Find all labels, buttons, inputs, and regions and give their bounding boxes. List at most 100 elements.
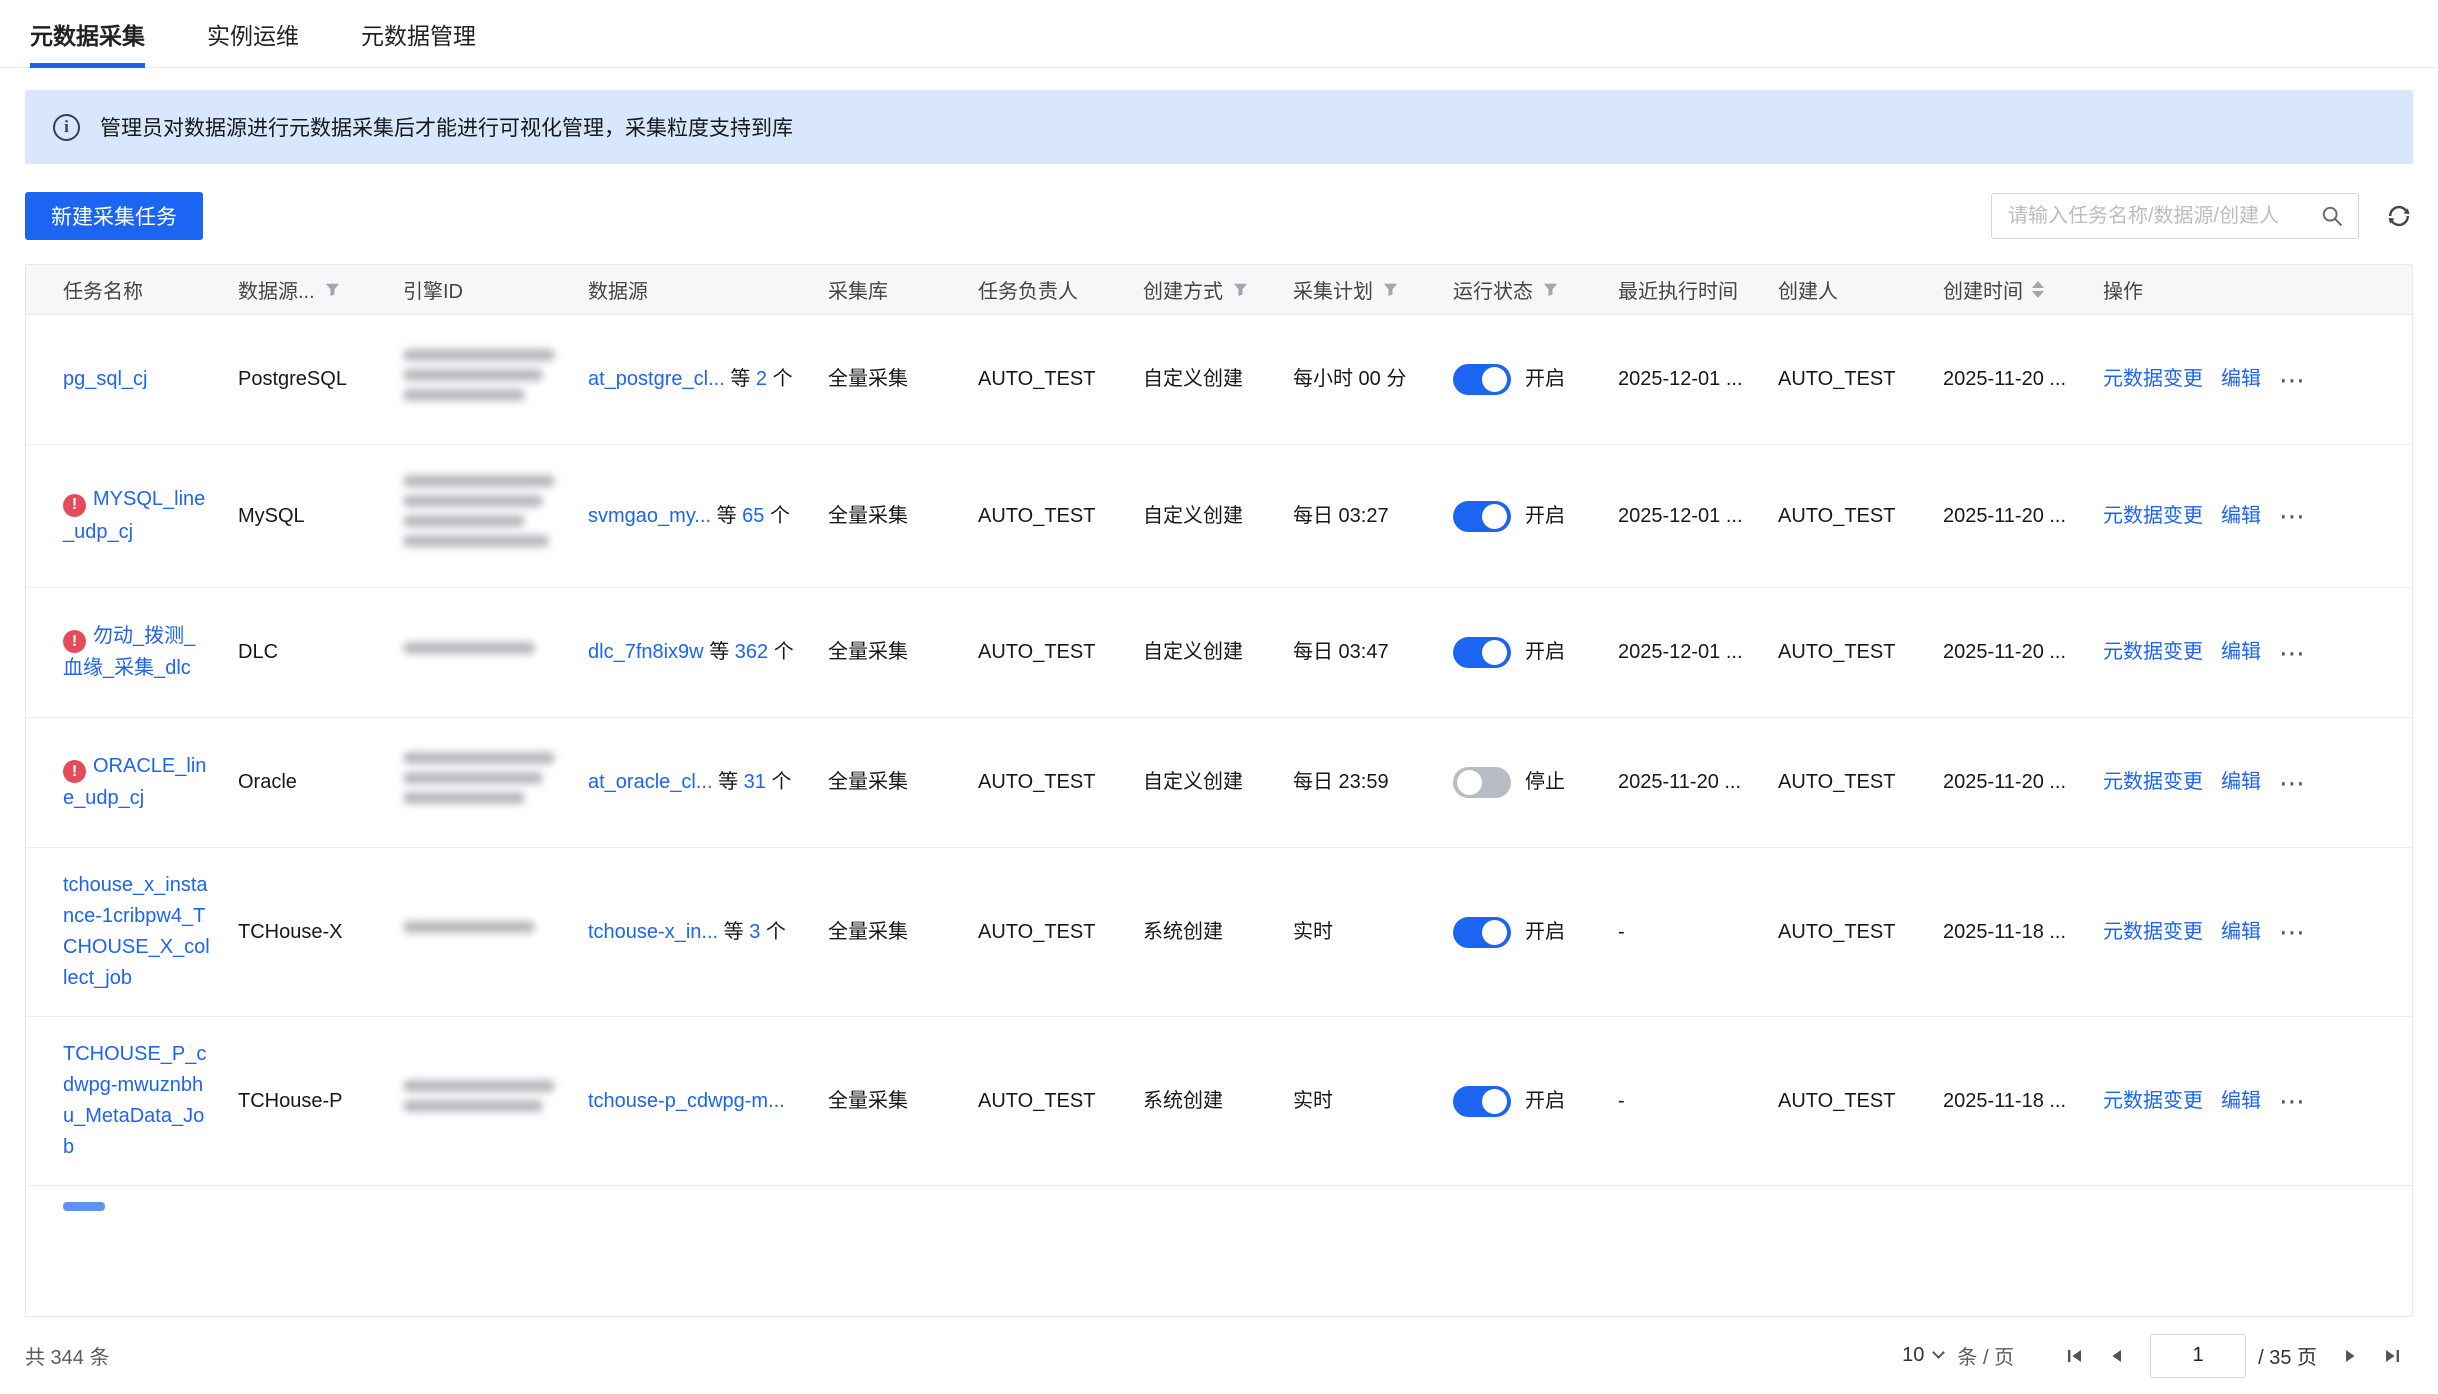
task-name-link[interactable]: tchouse_x_instance-1cribpw4_TCHOUSE_X_co… — [63, 874, 210, 989]
creator-cell: AUTO_TEST — [1778, 504, 1896, 527]
refresh-icon[interactable] — [2385, 202, 2413, 230]
creator-cell: AUTO_TEST — [1778, 920, 1896, 943]
status-toggle[interactable] — [1453, 637, 1511, 668]
edit-link[interactable]: 编辑 — [2221, 501, 2261, 532]
datasource-count-link[interactable]: 31 — [744, 771, 766, 793]
search-icon[interactable] — [2320, 204, 2344, 228]
status-toggle[interactable] — [1453, 1085, 1511, 1117]
collect-db-cell: 全量采集 — [828, 504, 908, 527]
filter-icon[interactable] — [1382, 281, 1399, 298]
task-name-link[interactable]: ORACLE_line_udp_cj — [63, 755, 206, 810]
edit-link[interactable]: 编辑 — [2221, 1086, 2261, 1117]
page-size-select[interactable]: 10 — [1902, 1344, 1946, 1367]
more-actions-icon[interactable]: ⋯ — [2279, 1088, 2305, 1114]
collect-db-cell: 全量采集 — [828, 1089, 908, 1112]
actions-cell: 元数据变更 编辑 ⋯ — [2103, 342, 2412, 417]
status-label: 停止 — [1525, 771, 1565, 793]
edit-link[interactable]: 编辑 — [2221, 917, 2261, 948]
toggle-knob — [1482, 503, 1507, 529]
plan-cell: 每日 03:27 — [1293, 504, 1389, 527]
meta-change-link[interactable]: 元数据变更 — [2103, 637, 2203, 668]
actions-cell: 元数据变更 编辑 ⋯ — [2103, 479, 2412, 554]
edit-link[interactable]: 编辑 — [2221, 364, 2261, 395]
datasource-link[interactable]: tchouse-p_cdwpg-m... — [588, 1090, 785, 1112]
meta-change-link[interactable]: 元数据变更 — [2103, 767, 2203, 798]
engine-id-redacted — [403, 913, 535, 941]
datasource-count-link[interactable]: 2 — [756, 368, 767, 390]
datasource-link[interactable]: dlc_7fn8ix9w — [588, 641, 704, 663]
page-input[interactable] — [2150, 1333, 2247, 1378]
col-label: 采集库 — [828, 281, 888, 303]
edit-link[interactable]: 编辑 — [2221, 767, 2261, 798]
actions-cell: 元数据变更 编辑 ⋯ — [2103, 745, 2412, 820]
total-pages-label: / 35 页 — [2258, 1347, 2317, 1369]
toggle-knob — [1482, 1088, 1507, 1114]
owner-cell: AUTO_TEST — [978, 1089, 1096, 1112]
filter-icon[interactable] — [1232, 281, 1249, 298]
datasource-cell: at_oracle_cl... 等 31 个 — [588, 745, 828, 820]
created-time-cell: 2025-11-20 ... — [1943, 368, 2067, 390]
first-page-button[interactable] — [2054, 1335, 2096, 1377]
col-label: 数据源... — [238, 281, 315, 303]
meta-change-link[interactable]: 元数据变更 — [2103, 364, 2203, 395]
plan-cell: 实时 — [1293, 1089, 1333, 1112]
last-page-button[interactable] — [2371, 1335, 2413, 1377]
datasource-link[interactable]: svmgao_my... — [588, 505, 711, 527]
next-page-button[interactable] — [2329, 1335, 2371, 1377]
warning-icon — [63, 493, 86, 517]
datasource-count-link[interactable]: 362 — [735, 641, 768, 663]
table-body: pg_sql_cj PostgreSQL at_postgre_cl... 等 2 … — [26, 315, 2412, 1186]
meta-change-link[interactable]: 元数据变更 — [2103, 1086, 2203, 1117]
search-box[interactable] — [1991, 193, 2359, 239]
creator-cell: AUTO_TEST — [1778, 771, 1896, 793]
search-input[interactable] — [2006, 203, 2320, 229]
count-suffix: 个 — [765, 920, 786, 943]
warning-icon — [63, 760, 86, 784]
plan-cell: 每日 23:59 — [1293, 771, 1389, 793]
filter-icon[interactable] — [1542, 281, 1559, 298]
more-actions-icon[interactable]: ⋯ — [2279, 503, 2305, 529]
new-collect-task-button[interactable]: 新建采集任务 — [25, 192, 203, 240]
status-toggle[interactable] — [1453, 767, 1511, 798]
datasource-link[interactable]: tchouse-x_in... — [588, 921, 718, 943]
more-actions-icon[interactable]: ⋯ — [2279, 770, 2305, 796]
status-toggle[interactable] — [1453, 916, 1511, 948]
plan-cell: 每日 03:47 — [1293, 641, 1389, 663]
datasource-link[interactable]: at_oracle_cl... — [588, 771, 713, 793]
more-actions-icon[interactable]: ⋯ — [2279, 919, 2305, 945]
status-toggle[interactable] — [1453, 500, 1511, 532]
pagination-footer: 共 344 条 10 条 / 页 / 35 页 — [25, 1316, 2413, 1394]
table-row: MYSQL_line_udp_cj MySQL svmgao_my... 等 65 … — [26, 445, 2412, 588]
datasource-count-link[interactable]: 3 — [749, 921, 760, 943]
col-label: 引擎ID — [403, 281, 463, 303]
more-actions-icon[interactable]: ⋯ — [2279, 367, 2305, 393]
task-name-link[interactable]: MYSQL_line_udp_cj — [63, 488, 205, 543]
meta-change-link[interactable]: 元数据变更 — [2103, 917, 2203, 948]
last-run-cell: 2025-12-01 ... — [1618, 504, 1743, 527]
tab-metadata-manage[interactable]: 元数据管理 — [361, 0, 476, 68]
col-engine-id: 引擎ID — [403, 265, 588, 314]
task-name-link[interactable]: pg_sql_cj — [63, 368, 148, 390]
status-toggle[interactable] — [1453, 364, 1511, 395]
datasource-count-link[interactable]: 65 — [742, 505, 764, 527]
task-name-link[interactable]: TCHOUSE_P_cdwpg-mwuznbhu_MetaData_Job — [63, 1043, 206, 1158]
edit-link[interactable]: 编辑 — [2221, 637, 2261, 668]
task-name-cell: 勿动_拨测_血缘_采集_dlc — [63, 599, 238, 707]
col-collect-db: 采集库 — [828, 265, 978, 314]
page-size-value: 10 — [1902, 1344, 1925, 1366]
col-datasource-type: 数据源... — [238, 265, 403, 314]
create-mode-cell: 自定义创建 — [1143, 504, 1243, 527]
filter-icon[interactable] — [324, 281, 341, 298]
tab-instance-ops[interactable]: 实例运维 — [207, 0, 299, 68]
prev-page-button[interactable] — [2096, 1335, 2138, 1377]
more-actions-icon[interactable]: ⋯ — [2279, 640, 2305, 666]
datasource-link[interactable]: at_postgre_cl... — [588, 368, 725, 390]
datasource-type-cell: MySQL — [238, 504, 305, 527]
table-row: ORACLE_line_udp_cj Oracle at_oracle_cl... … — [26, 718, 2412, 848]
created-time-cell: 2025-11-20 ... — [1943, 641, 2067, 663]
tab-metadata-collect[interactable]: 元数据采集 — [30, 0, 145, 68]
sort-icon[interactable] — [2032, 281, 2044, 298]
owner-cell: AUTO_TEST — [978, 920, 1096, 943]
status-cell: 开启 — [1453, 615, 1618, 690]
meta-change-link[interactable]: 元数据变更 — [2103, 501, 2203, 532]
